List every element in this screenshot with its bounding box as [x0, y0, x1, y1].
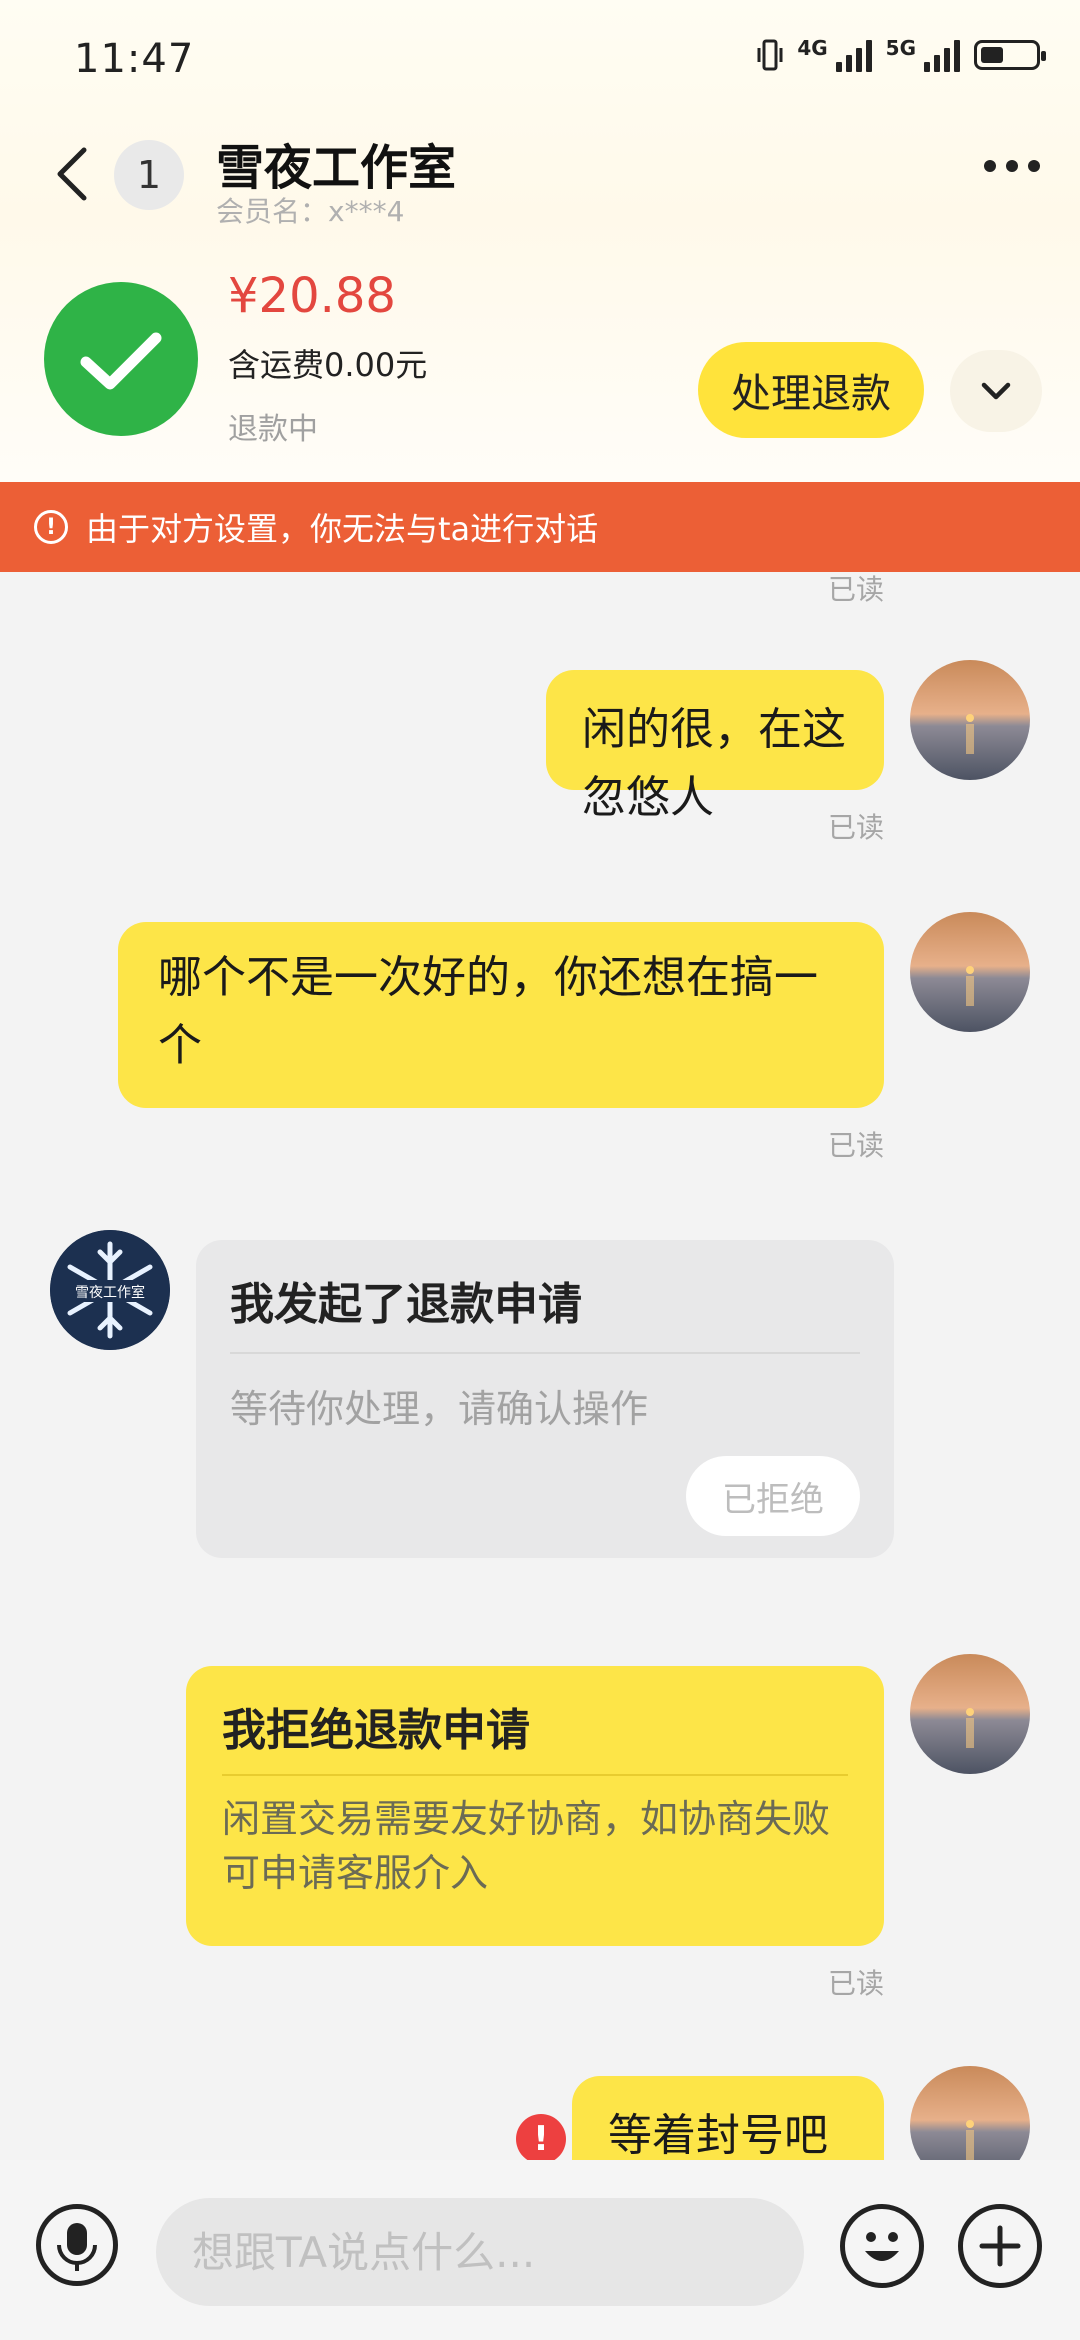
card-title: 我拒绝退款申请 — [222, 1705, 530, 1756]
card-description: 闲置交易需要友好协商，如协商失败可申请客服介入 — [222, 1797, 831, 1895]
microphone-icon — [57, 2223, 97, 2271]
handle-refund-button[interactable]: 处理退款 — [698, 342, 924, 438]
signal-icon-2 — [924, 38, 960, 72]
read-receipt: 已读 — [827, 811, 884, 844]
chat-title: 雪夜工作室 — [216, 140, 457, 196]
vibrate-icon — [757, 39, 783, 71]
signal-icon — [835, 38, 872, 72]
more-options-icon[interactable] — [984, 160, 1040, 172]
emoji-button[interactable] — [840, 2204, 924, 2288]
snowflake-icon: 雪夜工作室 — [50, 1230, 170, 1350]
read-receipt: 已读 — [827, 1967, 884, 2000]
refund-request-card[interactable]: 我发起了退款申请 等待你处理，请确认操作 已拒绝 — [196, 1240, 894, 1558]
card-title: 我发起了退款申请 — [230, 1279, 582, 1330]
plus-icon — [979, 2225, 1021, 2267]
my-avatar[interactable] — [910, 2066, 1030, 2160]
message-list[interactable]: 已读 闲的很，在这忽悠人 已读 哪个不是一次好的，你还想在搞一个 已读 雪夜工作… — [0, 572, 1080, 2160]
warning-icon: ! — [34, 510, 68, 544]
banner-text: 由于对方设置，你无法与ta进行对话 — [86, 510, 599, 548]
message-bubble[interactable]: 闲的很，在这忽悠人 — [546, 670, 884, 823]
checkmark-icon — [80, 332, 162, 390]
sunset-avatar-image — [910, 660, 1030, 780]
network-type-2: 5G — [885, 36, 916, 60]
sunset-avatar-image — [910, 1654, 1030, 1774]
sunset-avatar-image — [910, 912, 1030, 1032]
network-type-1: 4G — [797, 36, 828, 60]
shop-avatar[interactable]: 雪夜工作室 — [50, 1230, 170, 1350]
refund-rejection-card[interactable]: 我拒绝退款申请 闲置交易需要友好协商，如协商失败可申请客服介入 — [186, 1666, 884, 1946]
message-input[interactable] — [156, 2198, 804, 2306]
voice-input-button[interactable] — [36, 2204, 118, 2286]
order-price: ¥20.88 — [228, 268, 396, 324]
expand-order-button[interactable] — [950, 350, 1042, 432]
member-name: 会员名：x***4 — [216, 195, 405, 228]
card-description: 等待你处理，请确认操作 — [230, 1387, 649, 1431]
battery-icon — [974, 40, 1046, 70]
card-divider — [230, 1352, 860, 1354]
more-actions-button[interactable] — [958, 2204, 1042, 2288]
emoji-icon — [865, 2232, 899, 2261]
back-arrow-icon[interactable] — [52, 146, 92, 202]
input-bar — [0, 2160, 1080, 2340]
chevron-down-icon — [981, 382, 1011, 400]
unread-count-badge[interactable]: 1 — [114, 140, 184, 210]
order-item-thumbnail[interactable] — [44, 282, 198, 436]
order-status: 退款中 — [228, 412, 318, 447]
sunset-avatar-image — [910, 2066, 1030, 2160]
order-shipping: 含运费0.00元 — [228, 346, 428, 384]
status-icons: 4G 5G — [757, 36, 1046, 72]
read-receipt: 已读 — [827, 573, 884, 606]
blocked-conversation-banner: ! 由于对方设置，你无法与ta进行对话 — [0, 482, 1080, 572]
my-avatar[interactable] — [910, 912, 1030, 1032]
rejected-status-button: 已拒绝 — [686, 1456, 860, 1536]
message-bubble[interactable]: 等着封号吧 — [572, 2076, 884, 2160]
my-avatar[interactable] — [910, 1654, 1030, 1774]
card-divider — [222, 1774, 848, 1776]
send-failed-icon[interactable]: ! — [516, 2114, 566, 2160]
my-avatar[interactable] — [910, 660, 1030, 780]
read-receipt: 已读 — [827, 1129, 884, 1162]
message-bubble[interactable]: 哪个不是一次好的，你还想在搞一个 — [118, 922, 884, 1108]
svg-text:雪夜工作室: 雪夜工作室 — [75, 1284, 145, 1301]
status-time: 11:47 — [74, 36, 195, 82]
